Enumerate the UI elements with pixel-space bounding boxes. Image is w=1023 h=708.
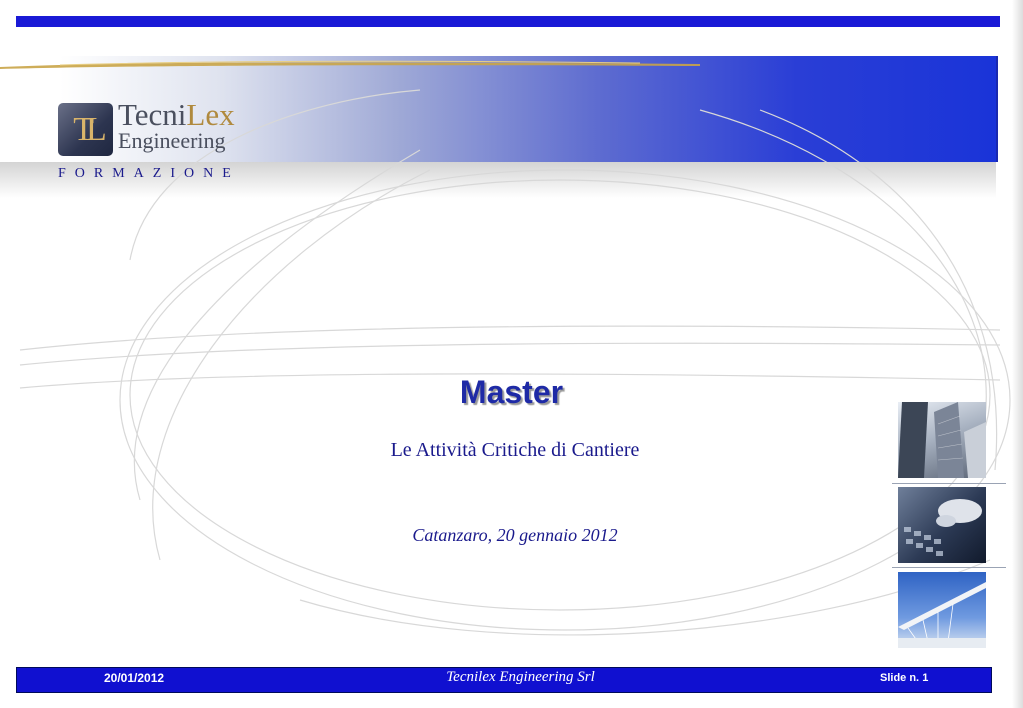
photo-divider (892, 483, 1006, 484)
logo-name-part2: Lex (186, 97, 235, 132)
slide-label: Slide n. (880, 672, 920, 684)
footer-company: Tecnilex Engineering Srl (446, 669, 595, 685)
skyscrapers-photo (898, 402, 986, 478)
tagline: FORMAZIONE (58, 166, 240, 181)
slide-number: 1 (922, 672, 929, 684)
logo-name-line2: Engineering (118, 128, 226, 153)
logo-name: TecniLex (118, 98, 235, 132)
place-and-date: Catanzaro, 20 gennaio 2012 (412, 525, 618, 545)
slide-number-label: Slide n. 1 (880, 672, 928, 684)
logo-name-part1: Tecni (118, 97, 187, 132)
keyboard-typing-photo (898, 487, 986, 563)
photo-divider (892, 567, 1006, 568)
white-bridge-photo (898, 572, 986, 648)
slide-title: Master (459, 374, 564, 410)
logo-monogram: TL (73, 111, 107, 148)
slide-subtitle: Le Attività Critiche di Cantiere (390, 439, 640, 461)
